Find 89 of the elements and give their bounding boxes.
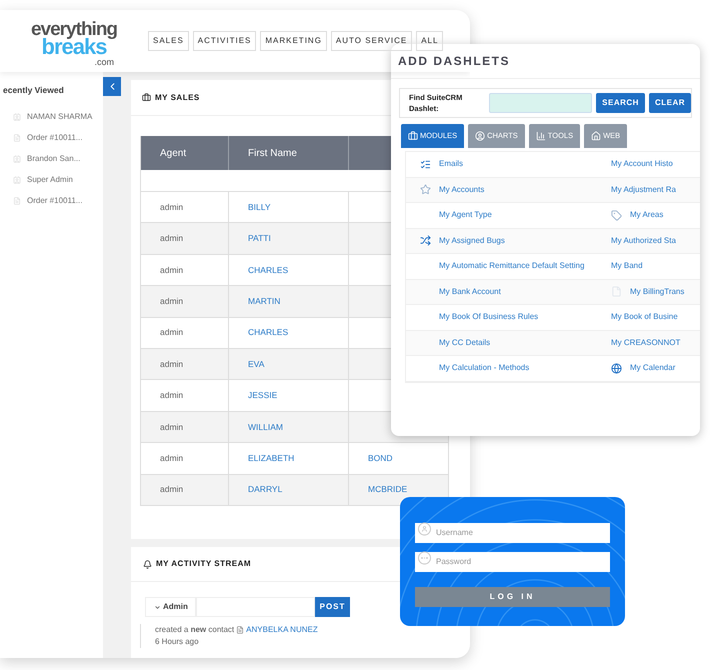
panel-title: MY SALES (155, 92, 200, 104)
name-link[interactable]: EVA (229, 348, 349, 380)
dashlet-link[interactable]: My Adjustment Ra (611, 184, 676, 196)
activity-text: created a new contact (155, 624, 234, 636)
contact-icon (13, 154, 21, 163)
table-cell: admin (141, 223, 229, 255)
table-cell: admin (141, 348, 229, 380)
dashlet-link[interactable]: My Accounts (439, 184, 484, 196)
dashlet-link[interactable]: My Bank Account (439, 286, 501, 298)
dashlet-link[interactable]: Emails (439, 158, 464, 170)
dots-icon (418, 552, 431, 564)
briefcase-icon (142, 93, 151, 102)
logo: everything breaks .com (30, 18, 118, 66)
sidebar-item[interactable]: Order #10011... (27, 194, 82, 207)
name-link[interactable]: MCBRIDE (368, 485, 408, 494)
dashlet-link[interactable]: My Agent Type (439, 209, 492, 222)
nav-tab[interactable]: SALES (148, 31, 189, 51)
action-button[interactable]: SEARCH (596, 93, 645, 113)
sidebar-title: ecently Viewed (2, 84, 64, 97)
post-button[interactable]: POST (315, 597, 350, 617)
sidebar-item[interactable]: Order #10011... (27, 132, 82, 144)
home-icon (591, 131, 602, 141)
bell-icon (143, 560, 152, 568)
sidebar-item[interactable]: Super Admin (27, 174, 73, 186)
action-button[interactable]: CLEAR (648, 93, 691, 113)
post-input[interactable] (196, 597, 315, 617)
collapse-button[interactable] (103, 77, 121, 96)
tag-icon (611, 210, 622, 221)
dashlet-link[interactable]: My Book of Busine (611, 311, 678, 324)
name-link[interactable]: BOND (368, 454, 393, 463)
document-icon (13, 196, 21, 205)
table-cell: admin (141, 474, 229, 506)
login-button[interactable]: LOG IN (415, 587, 610, 607)
dashlet-link[interactable]: My Calendar (630, 362, 676, 374)
user-dropdown[interactable]: Admin (145, 597, 196, 617)
dialog-title: ADD DASHLETS (398, 53, 510, 70)
nav-tab[interactable]: AUTO SERVICE (330, 31, 412, 51)
star-icon (420, 184, 431, 196)
dashlet-link[interactable]: My CC Details (439, 336, 490, 349)
table-cell: admin (141, 286, 229, 318)
name-link[interactable]: WILLIAM (229, 412, 349, 444)
document-icon (13, 134, 21, 142)
dashlet-link[interactable]: My Assigned Bugs (439, 234, 505, 247)
name-link[interactable]: PATTI (229, 223, 349, 255)
name-link[interactable]: BILLY (229, 192, 349, 224)
dashlet-link[interactable]: My Band (611, 260, 643, 272)
user-circle-icon (475, 131, 486, 141)
dashlet-link[interactable]: My Book Of Business Rules (439, 311, 538, 324)
dashlet-link[interactable]: My CREASONNOT (611, 336, 680, 349)
username-field[interactable]: Username (415, 522, 610, 542)
name-link[interactable]: ELIZABETH (229, 443, 349, 475)
column-header: Agent (141, 136, 229, 170)
nav-tab[interactable]: MARKETING (260, 31, 327, 51)
dashlet-link[interactable]: My Automatic Remittance Default Setting (439, 260, 584, 272)
name-link[interactable]: DARRYL (229, 474, 349, 506)
password-field[interactable]: Password (415, 552, 610, 572)
sidebar-item[interactable]: NAMAN SHARMA (27, 110, 92, 123)
globe-icon (611, 362, 622, 374)
list-edit-icon (420, 158, 431, 170)
dashlet-link[interactable]: My Areas (630, 209, 664, 222)
panel-title: MY ACTIVITY STREAM (156, 558, 252, 570)
dashlet-link[interactable]: My Calculation - Methods (439, 362, 530, 374)
column-header: First Name (229, 136, 349, 170)
nav-tab[interactable]: ACTIVITIES (192, 31, 256, 51)
activity-time: 6 Hours ago (155, 636, 200, 648)
briefcase-icon (408, 131, 418, 141)
user-icon (418, 522, 431, 536)
bar-chart-icon (536, 131, 546, 141)
contact-link[interactable]: ANYBELKA NUNEZ (246, 624, 318, 636)
name-link[interactable]: CHARLES (229, 254, 349, 286)
table-cell: admin (141, 254, 229, 286)
arrows-icon (420, 235, 431, 246)
dashlet-search-field[interactable] (489, 93, 592, 113)
dashlet-link[interactable]: My Authorized Sta (611, 234, 676, 247)
name-link[interactable]: CHARLES (229, 318, 349, 349)
chevron-down-icon (154, 604, 161, 610)
name-link[interactable]: JESSIE (229, 380, 349, 412)
table-cell: admin (141, 380, 229, 412)
contact-icon (13, 176, 21, 184)
dashlet-link[interactable]: My BillingTrans (630, 286, 684, 298)
contact-icon (13, 112, 21, 121)
table-cell: admin (141, 443, 229, 475)
sidebar-item[interactable]: Brandon San... (27, 152, 80, 165)
table-cell: admin (141, 318, 229, 349)
dashlet-link[interactable]: My Account Histo (611, 158, 673, 170)
table-cell: admin (141, 412, 229, 444)
name-link[interactable]: MARTIN (229, 286, 349, 318)
table-cell: admin (141, 192, 229, 224)
nav-tab[interactable]: ALL (416, 31, 444, 51)
